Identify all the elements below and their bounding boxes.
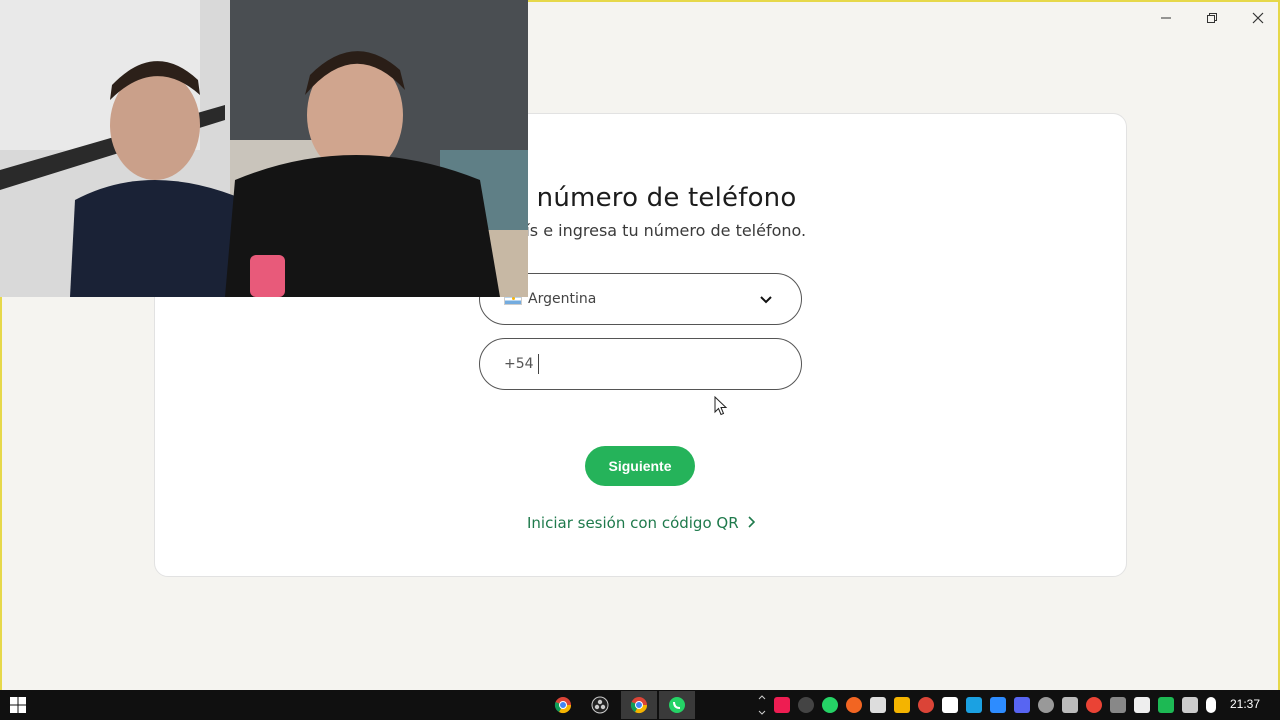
tiktok-icon[interactable] — [774, 697, 790, 713]
discord-icon[interactable] — [1014, 697, 1030, 713]
phone-input[interactable] — [542, 356, 783, 372]
whatsapp-icon[interactable] — [822, 697, 838, 713]
display-icon[interactable] — [1134, 697, 1150, 713]
tray-expand-icon[interactable] — [757, 692, 767, 718]
windows-start-icon[interactable] — [0, 690, 36, 720]
app-icon[interactable] — [942, 697, 958, 713]
app-icon[interactable] — [894, 697, 910, 713]
webcam-overlay — [0, 0, 528, 297]
app-icon[interactable] — [846, 697, 862, 713]
minimize-icon[interactable] — [1144, 6, 1188, 30]
chevron-right-icon — [747, 514, 755, 532]
mouse-cursor-icon — [714, 396, 728, 416]
volume-icon[interactable] — [1182, 697, 1198, 713]
chevron-down-icon — [759, 292, 773, 311]
app-icon[interactable] — [1110, 697, 1126, 713]
whatsapp-icon[interactable] — [659, 691, 695, 719]
chrome-icon[interactable] — [545, 691, 581, 719]
qr-login-label: Iniciar sesión con código QR — [527, 514, 739, 532]
next-button[interactable]: Siguiente — [585, 446, 695, 486]
phone-prefix: +54 — [504, 356, 534, 372]
obs-icon[interactable] — [798, 697, 814, 713]
phone-field[interactable]: +54 — [479, 338, 802, 390]
mic-icon[interactable] — [1206, 697, 1216, 713]
restore-icon[interactable] — [1190, 6, 1234, 30]
page-title: a el número de teléfono — [480, 183, 797, 213]
close-icon[interactable] — [1236, 6, 1280, 30]
taskbar-clock[interactable]: 21:37 — [1230, 697, 1260, 711]
app-icon[interactable] — [990, 697, 1006, 713]
network-icon[interactable] — [1086, 697, 1102, 713]
chrome-icon[interactable] — [918, 697, 934, 713]
qr-login-link[interactable]: Iniciar sesión con código QR — [527, 514, 755, 532]
obs-icon[interactable] — [582, 691, 618, 719]
app-icon[interactable] — [870, 697, 886, 713]
app-icon[interactable] — [1062, 697, 1078, 713]
text-caret — [537, 354, 539, 374]
shield-icon[interactable] — [1158, 697, 1174, 713]
chrome-icon[interactable] — [621, 691, 657, 719]
app-icon[interactable] — [966, 697, 982, 713]
country-selected-label: Argentina — [528, 291, 597, 307]
page-subtitle: un país e ingresa tu número de teléfono. — [480, 221, 807, 240]
app-icon[interactable] — [1038, 697, 1054, 713]
